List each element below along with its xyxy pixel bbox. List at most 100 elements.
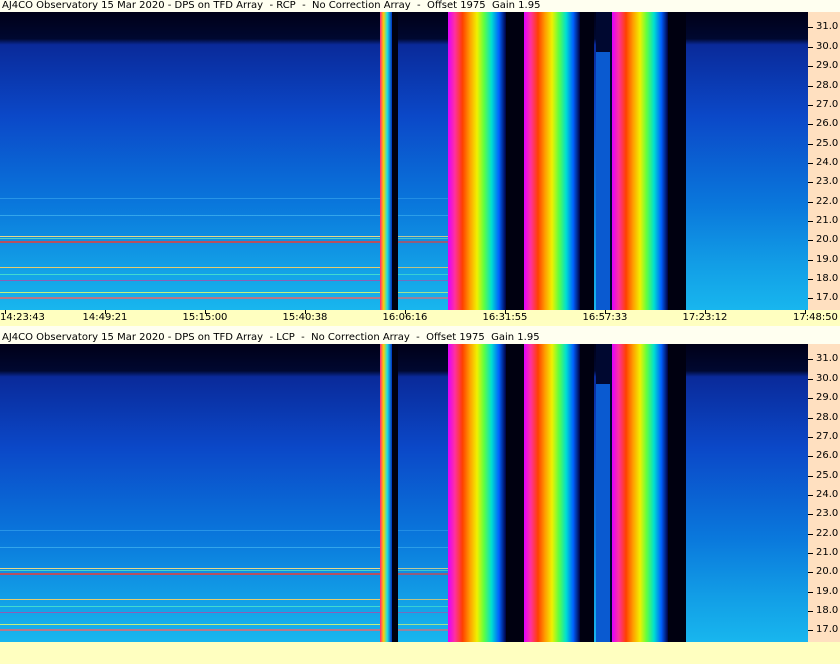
panel-title-lcp: AJ4CO Observatory 15 Mar 2020 - DPS on T…: [2, 332, 540, 344]
y-tick: [808, 66, 813, 68]
y-tick-label: 17.0: [816, 292, 839, 304]
y-tick-label: 23.0: [816, 176, 839, 188]
calibration-band-shadow: [668, 344, 686, 642]
interference-line: [398, 236, 448, 237]
interference-line: [0, 292, 380, 293]
y-tick-label: 26.0: [816, 118, 839, 130]
calibration-band: [612, 12, 668, 310]
interference-line: [398, 530, 448, 531]
calibration-band-shadow: [506, 12, 524, 310]
calibration-band: [448, 12, 506, 310]
x-tick-label: 17:48:50: [793, 312, 838, 323]
x-tick-label: 17:23:12: [682, 312, 728, 323]
y-tick-label: 27.0: [816, 98, 839, 110]
y-tick-label: 29.0: [816, 60, 839, 72]
y-tick: [808, 162, 813, 164]
y-tick-label: 31.0: [816, 353, 839, 365]
interference-line: [0, 606, 380, 607]
y-tick: [808, 475, 813, 477]
interference-line: [398, 606, 448, 607]
y-tick: [808, 494, 813, 496]
x-tick-label: 16:06:16: [382, 312, 428, 323]
y-tick-label: 18.0: [816, 605, 839, 617]
y-tick-label: 22.0: [816, 527, 839, 539]
interference-line: [0, 612, 380, 613]
interference-line: [0, 274, 380, 275]
y-tick-label: 28.0: [816, 411, 839, 423]
calibration-band-shadow: [580, 12, 594, 310]
spectrogram-background: [0, 12, 808, 310]
y-tick-label: 20.0: [816, 234, 839, 246]
interference-line: [0, 570, 380, 571]
interference-line: [0, 624, 380, 625]
interference-line: [0, 241, 380, 243]
calibration-band-shadow: [506, 344, 524, 642]
interference-line: [0, 599, 380, 600]
interference-line: [398, 547, 448, 548]
x-tick-label: 16:57:33: [582, 312, 628, 323]
y-tick: [808, 124, 813, 126]
y-tick: [808, 398, 813, 400]
y-tick: [808, 514, 813, 516]
y-tick: [808, 572, 813, 574]
calibration-band-shadow: [668, 12, 686, 310]
y-tick: [808, 240, 813, 242]
interference-line: [398, 568, 448, 569]
y-tick-label: 22.0: [816, 195, 839, 207]
y-tick-label: 30.0: [816, 40, 839, 52]
y-tick: [808, 359, 813, 361]
interference-line: [0, 530, 380, 531]
y-tick-label: 31.0: [816, 21, 839, 33]
calibration-band: [524, 344, 580, 642]
frequency-axis-lcp: 31.0 30.0 29.0 28.0 27.0 26.0 25.0 24.0 23.0 22.0…: [808, 344, 840, 642]
calibration-band: [380, 344, 392, 642]
calibration-band: [448, 344, 506, 642]
y-tick: [808, 143, 813, 145]
y-tick: [808, 104, 813, 106]
y-tick-label: 19.0: [816, 585, 839, 597]
y-tick-label: 29.0: [816, 392, 839, 404]
y-tick: [808, 378, 813, 380]
y-tick-label: 17.0: [816, 624, 839, 636]
frequency-axis-rcp: 31.0 30.0 29.0 28.0 27.0 26.0 25.0 24.0 23.0 22.0…: [808, 12, 840, 310]
interference-line: [398, 267, 448, 268]
y-tick-label: 23.0: [816, 508, 839, 520]
interference-line: [0, 236, 380, 237]
interference-line: [0, 215, 380, 216]
y-tick: [808, 182, 813, 184]
y-tick: [808, 46, 813, 48]
interference-line: [398, 215, 448, 216]
interference-line: [398, 280, 448, 281]
y-tick: [808, 630, 813, 632]
time-axis-lcp: [0, 642, 840, 664]
y-tick: [808, 27, 813, 29]
calibration-band-shadow: [580, 344, 594, 642]
spectrogram-rcp: [0, 12, 808, 310]
band-gap: [596, 384, 610, 642]
interference-line: [398, 629, 448, 631]
y-tick: [808, 456, 813, 458]
spectrogram-lcp: [0, 344, 808, 642]
y-tick-label: 27.0: [816, 430, 839, 442]
x-tick-label: 15:40:38: [282, 312, 328, 323]
y-tick: [808, 591, 813, 593]
interference-line: [398, 198, 448, 199]
interference-line: [0, 573, 380, 575]
spectrogram-rcp-plot: [0, 12, 808, 310]
y-tick: [808, 552, 813, 554]
y-tick-label: 19.0: [816, 253, 839, 265]
y-tick-label: 21.0: [816, 546, 839, 558]
y-tick: [808, 533, 813, 535]
interference-line: [0, 547, 380, 548]
interference-line: [398, 292, 448, 293]
interference-line: [398, 599, 448, 600]
y-tick-label: 20.0: [816, 566, 839, 578]
y-tick-label: 30.0: [816, 372, 839, 384]
y-tick: [808, 436, 813, 438]
calibration-band: [380, 12, 392, 310]
interference-line: [0, 297, 380, 299]
interference-line: [0, 198, 380, 199]
y-tick-label: 28.0: [816, 79, 839, 91]
y-tick-label: 25.0: [816, 469, 839, 481]
x-tick-label: 16:31:55: [482, 312, 528, 323]
